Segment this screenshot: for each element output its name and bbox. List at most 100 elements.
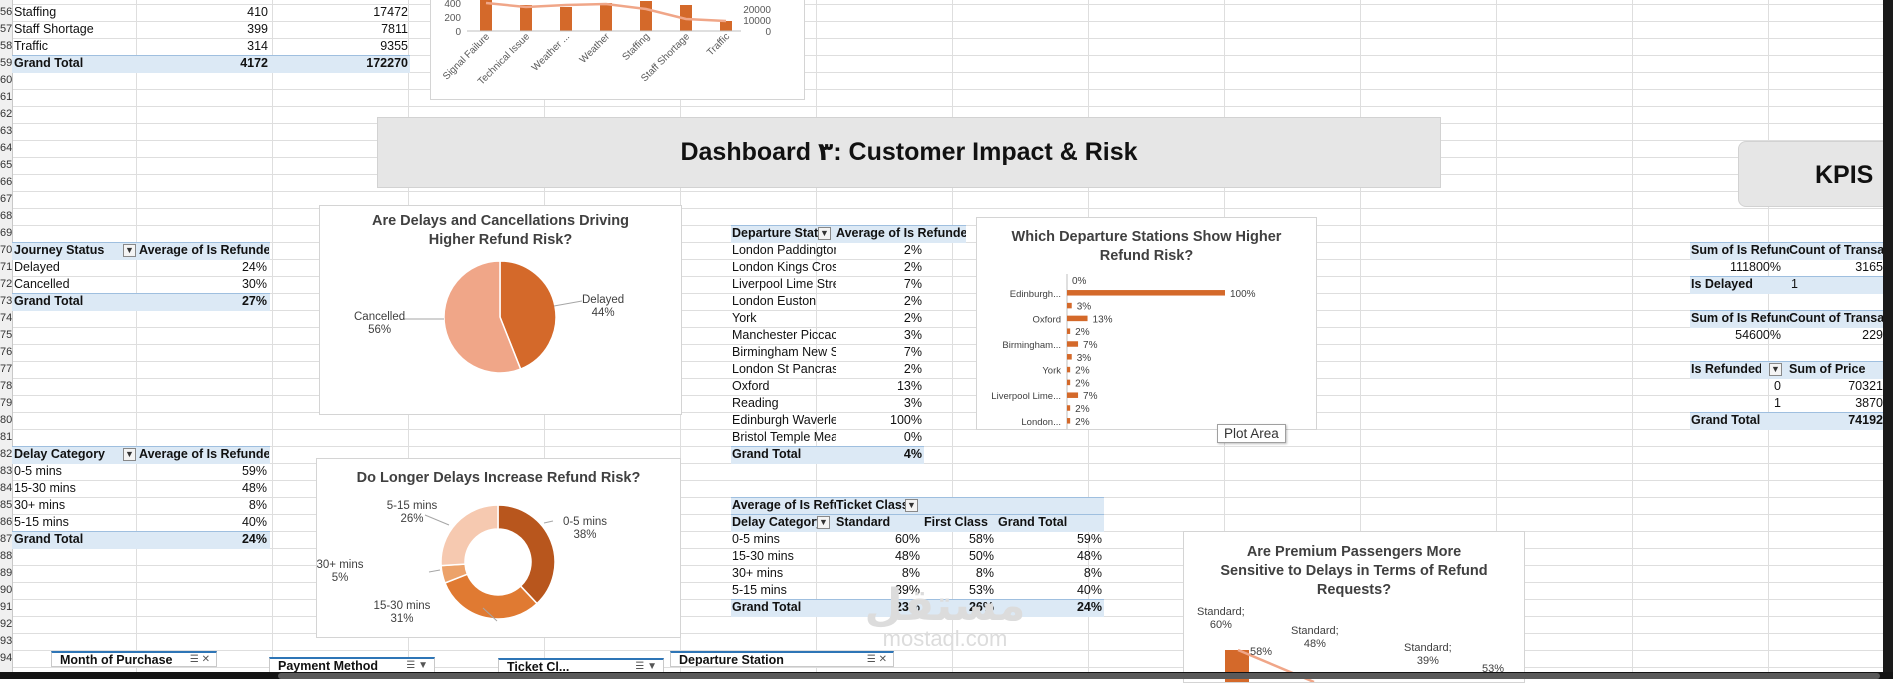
horizontal-scrollbar[interactable] [278,673,1880,679]
station-bar [1067,290,1225,296]
slicer-filter-icons[interactable]: ☰ ✕ [190,653,210,666]
row-number[interactable]: 76 [0,344,12,361]
row-number[interactable]: 77 [0,361,12,378]
vertical-scrollbar[interactable] [1883,0,1893,672]
row-headers[interactable]: 56 57 58 59 60 61 62 63 64 65 66 67 68 69 70 71 72 73 74 75… [0,0,13,679]
class-pivot-total-cell: 26% [968,600,994,614]
row-number[interactable]: 89 [0,565,12,582]
row-number[interactable]: 90 [0,582,12,599]
row-number[interactable]: 68 [0,208,12,225]
row-number[interactable]: 79 [0,395,12,412]
station-bar-label: 100% [1230,289,1256,300]
row-number[interactable]: 70 [0,242,12,259]
kpi-t3-total-value: 74192 [1848,413,1883,427]
row-number[interactable]: 94 [0,650,12,667]
pie-label-delayed-name: Delayed [582,294,625,306]
premium-label-3a: Standard; [1404,642,1452,654]
row-number[interactable]: 61 [0,89,12,106]
top-pivot-row-label: Staff Shortage [14,22,94,36]
row-number[interactable]: 71 [0,259,12,276]
class-pivot-row-field[interactable]: Delay Category [732,514,822,531]
top-chart-y2-tick: 20000 [743,5,771,16]
row-number[interactable]: 91 [0,599,12,616]
row-number[interactable]: 82 [0,446,12,463]
row-number[interactable]: 59 [0,55,12,72]
premium-label-2a: Standard; [1291,625,1339,637]
top-pivot-row-count: 399 [247,22,268,36]
journey-pivot-row-value: 24% [241,260,267,274]
station-pivot-field-header[interactable]: Departure Stati [732,225,828,242]
row-number[interactable]: 65 [0,157,12,174]
class-pivot-row-filter[interactable]: ▼ [814,514,834,531]
row-number[interactable]: 58 [0,38,12,55]
row-number[interactable]: 73 [0,293,12,310]
top-chart-category-label: Traffic [705,31,732,58]
station-bar-svg: 0%100%3%13%2%7%3%2%2%7%2%2%Edinburgh...O… [991,274,1256,429]
class-pivot-col-field[interactable]: Ticket Class [836,497,908,514]
slicer-month-of-purchase[interactable]: Month of Purchase ☰ ✕ [51,651,217,667]
pie-label-cancelled-name: Cancelled [354,311,406,323]
slicer-departure-station[interactable]: Departure Station ☰ ✕ [670,651,894,667]
row-number[interactable]: 92 [0,616,12,633]
row-number[interactable]: 63 [0,123,12,140]
delay-donut-chart[interactable]: Do Longer Delays Increase Refund Risk? 0… [316,458,681,638]
row-number[interactable]: 83 [0,463,12,480]
row-number[interactable]: 87 [0,531,12,548]
delay-pivot-filter[interactable]: ▼ [120,446,140,463]
row-number[interactable]: 80 [0,412,12,429]
class-pivot-row-label: 5-15 mins [732,583,787,597]
filter-dropdown-icon[interactable]: ▼ [818,227,831,241]
station-category-label: London... [1021,417,1061,428]
row-number[interactable]: 67 [0,191,12,208]
row-number[interactable]: 86 [0,514,12,531]
row-number[interactable]: 88 [0,548,12,565]
row-number[interactable]: 93 [0,633,12,650]
refund-pie-svg [404,260,583,374]
filter-dropdown-icon[interactable]: ▼ [123,244,136,258]
row-number[interactable]: 57 [0,21,12,38]
row-number[interactable]: 75 [0,327,12,344]
delay-pivot-value-header: Average of Is Refunded [139,447,269,461]
row-number[interactable]: 72 [0,276,12,293]
premium-passengers-chart[interactable]: Are Premium Passengers More Sensitive to… [1183,531,1525,683]
station-pivot-filter[interactable]: ▼ [815,225,835,242]
class-pivot-cell: 39% [894,583,920,597]
filter-dropdown-icon[interactable]: ▼ [905,499,918,513]
row-number[interactable]: 85 [0,497,12,514]
kpis-header: KPIS [1738,141,1893,207]
row-number[interactable]: 84 [0,480,12,497]
row-number[interactable]: 81 [0,429,12,446]
row-number[interactable]: 69 [0,225,12,242]
donut-label: 15-30 mins 31% [367,600,437,626]
slicer-filter-icons[interactable]: ☰ ✕ [867,653,887,666]
kpi-t3-filter[interactable]: ▼ [1766,361,1786,378]
top-combo-chart[interactable]: 400 200 0 20000 10000 0 Signal Failure Technica… [430,0,805,100]
row-number[interactable]: 78 [0,378,12,395]
station-pivot-total-value: 4% [903,447,922,461]
filter-dropdown-icon[interactable]: ▼ [123,448,136,462]
row-number[interactable]: 62 [0,106,12,123]
row-number[interactable]: 56 [0,4,12,21]
station-pivot-value-header: Average of Is Refunded [836,226,966,240]
class-pivot-col-filter[interactable]: ▼ [902,497,922,514]
journey-pivot-total-value: 27% [241,294,267,308]
station-category-label: Oxford [1032,314,1061,325]
slicer-payment-method[interactable]: Payment Method ☰ ▼ [269,657,435,673]
row-number[interactable]: 64 [0,140,12,157]
filter-dropdown-icon[interactable]: ▼ [817,516,830,530]
kpi-t1-filter-value[interactable]: 1 [1791,276,1851,293]
top-pivot-total-count: 4172 [240,56,268,70]
donut-label-name: 30+ mins [316,559,364,571]
kpi-t1-v2: 3165 [1855,260,1883,274]
row-number[interactable]: 60 [0,72,12,89]
slicer-filter-icons[interactable]: ☰ ▼ [406,659,428,672]
refund-pie-chart[interactable]: Are Delays and Cancellations Driving Hig… [319,205,682,415]
row-number[interactable]: 74 [0,310,12,327]
station-bar-chart[interactable]: Which Departure Stations Show Higher Ref… [976,217,1317,430]
kpi-t3-h1[interactable]: Is Refunded [1691,361,1761,378]
station-bar [1067,366,1071,373]
filter-dropdown-icon[interactable]: ▼ [1769,363,1782,377]
journey-pivot-filter[interactable]: ▼ [120,242,140,259]
row-number[interactable]: 66 [0,174,12,191]
station-pivot-row-value: 2% [903,362,922,376]
